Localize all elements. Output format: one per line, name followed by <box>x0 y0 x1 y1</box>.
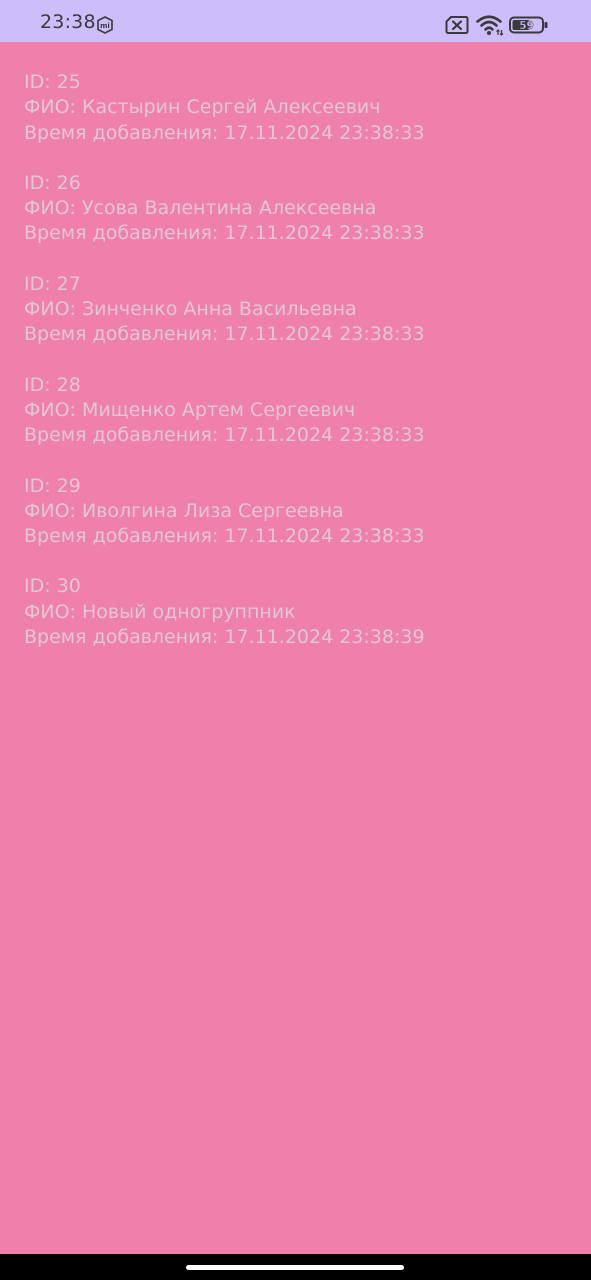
status-bar: 23:38 mi 59 <box>0 0 591 42</box>
list-item: ID: 29 ФИО: Иволгина Лиза Сергеевна Врем… <box>24 474 574 550</box>
record-name: ФИО: Кастырин Сергей Алексеевич <box>24 96 381 119</box>
sim-x-icon <box>445 16 469 34</box>
list-item: ID: 27 ФИО: Зинченко Анна Васильевна Вре… <box>24 272 574 348</box>
status-time: 23:38 <box>40 11 96 33</box>
record-id: ID: 25 <box>24 71 81 93</box>
record-id: ID: 27 <box>24 272 81 295</box>
record-time: Время добавления: 17.11.2024 23:38:33 <box>24 323 425 346</box>
list-item: ID: 25 ФИО: Кастырин Сергей Алексеевич В… <box>24 70 574 146</box>
record-time: Время добавления: 17.11.2024 23:38:33 <box>24 525 425 548</box>
record-name: ФИО: Новый одногруппник <box>24 600 296 623</box>
record-time: Время добавления: 17.11.2024 23:38:39 <box>24 626 425 649</box>
record-name: ФИО: Зинченко Анна Васильевна <box>24 298 357 321</box>
record-id: ID: 26 <box>24 171 81 194</box>
battery-icon: 59 <box>509 16 548 34</box>
student-list: ID: 25 ФИО: Кастырин Сергей Алексеевич В… <box>24 70 574 675</box>
record-name: ФИО: Иволгина Лиза Сергеевна <box>24 499 344 522</box>
wifi-icon <box>476 15 504 36</box>
record-time: Время добавления: 17.11.2024 23:38:33 <box>24 121 425 144</box>
list-item: ID: 30 ФИО: Новый одногруппник Время доб… <box>24 574 574 650</box>
record-id: ID: 30 <box>24 575 81 598</box>
record-time: Время добавления: 17.11.2024 23:38:33 <box>24 424 425 447</box>
home-gesture-handle[interactable] <box>186 1265 404 1270</box>
list-item: ID: 26 ФИО: Усова Валентина Алексеевна В… <box>24 171 574 247</box>
record-id: ID: 28 <box>24 373 81 396</box>
list-item: ID: 28 ФИО: Мищенко Артем Сергеевич Врем… <box>24 373 574 449</box>
mi-icon: mi <box>97 16 113 34</box>
mi-badge-text: mi <box>100 22 110 30</box>
battery-level: 59 <box>519 20 534 32</box>
record-name: ФИО: Усова Валентина Алексеевна <box>24 197 377 220</box>
record-time: Время добавления: 17.11.2024 23:38:33 <box>24 222 425 245</box>
record-name: ФИО: Мищенко Артем Сергеевич <box>24 398 356 421</box>
record-id: ID: 29 <box>24 474 81 497</box>
navigation-bar <box>0 1254 591 1280</box>
